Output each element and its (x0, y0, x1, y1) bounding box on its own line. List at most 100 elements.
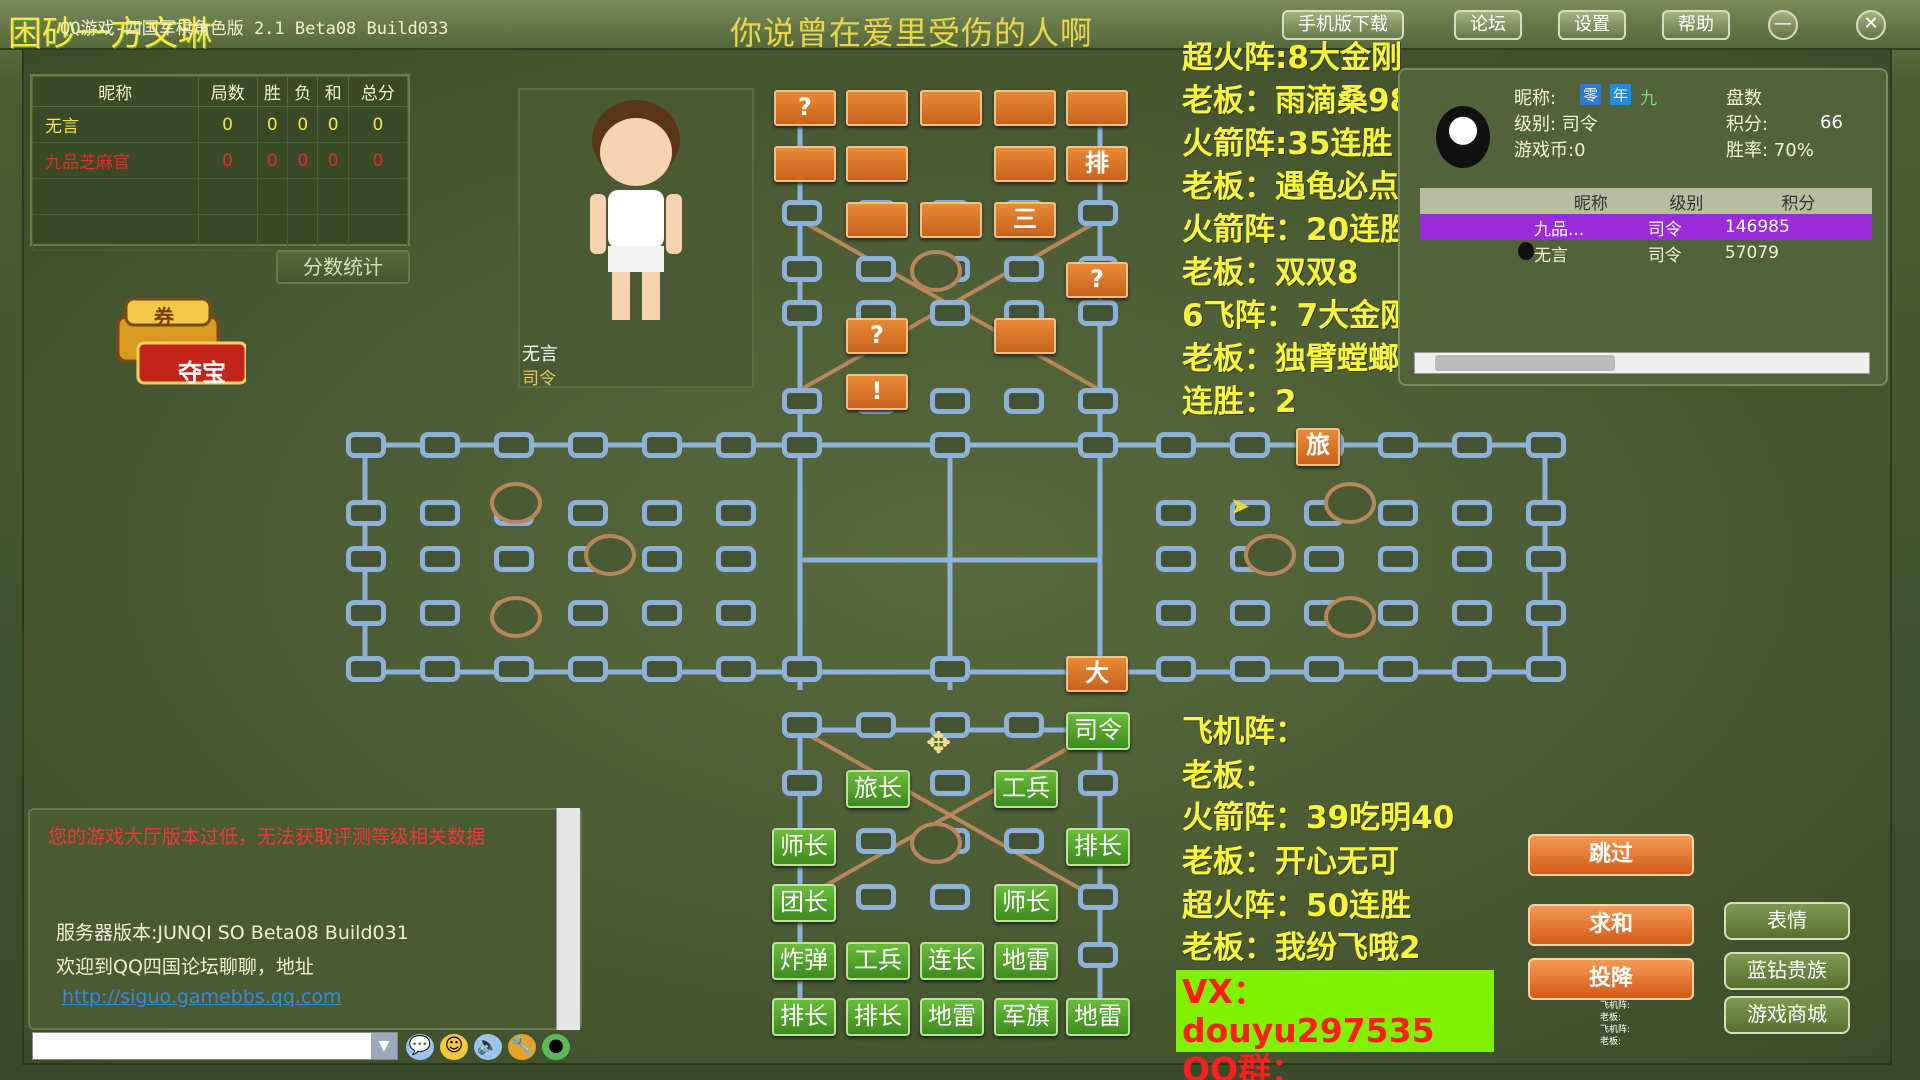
pointer-arrow-icon: ➤ (1230, 492, 1251, 520)
overlay-line: 超火阵：50连胜 (1182, 888, 1412, 924)
my-piece[interactable]: 炸弹 (772, 942, 836, 980)
qq-penguin-icon (1518, 241, 1534, 260)
right-player-piece[interactable]: 旅 (1296, 428, 1340, 466)
opponent-piece[interactable] (920, 90, 982, 126)
my-piece[interactable]: 排长 (1066, 828, 1130, 866)
help-button[interactable]: 帮助 (1662, 10, 1730, 40)
opponent-piece[interactable]: 三 (994, 202, 1056, 238)
my-piece[interactable]: 师长 (772, 828, 836, 866)
badge-icon: 零 (1580, 84, 1602, 105)
opponent-piece[interactable]: 排 (1066, 146, 1128, 182)
speaker-icon[interactable]: 🔈 (474, 1034, 502, 1060)
table-row[interactable]: 无言 司令 57079 (1420, 240, 1872, 266)
opponent-piece[interactable] (994, 146, 1056, 182)
player-list-cell: 司令 (1647, 245, 1682, 266)
score-cell: 0 (256, 142, 289, 179)
mini-note: 飞机阵: (1600, 1025, 1631, 1035)
score-cell: 0 (287, 142, 319, 179)
emote-button[interactable]: 表情 (1724, 902, 1850, 940)
my-piece[interactable]: 排长 (772, 998, 836, 1036)
opponent-piece[interactable] (846, 90, 908, 126)
opponent-piece[interactable]: ! (846, 374, 908, 410)
score-header: 胜 (256, 76, 289, 107)
overlay-line: 老板：开心无可 (1182, 844, 1399, 880)
forum-link[interactable]: http://siguo.gamebbs.qq.com (62, 986, 342, 1008)
qq-icon[interactable]: ● (542, 1034, 570, 1060)
chat-scrollbar[interactable] (556, 808, 580, 1030)
forum-button[interactable]: 论坛 (1454, 10, 1522, 40)
opponent-piece[interactable]: ? (774, 90, 836, 126)
opponent-piece[interactable] (774, 146, 836, 182)
opponent-piece[interactable] (994, 318, 1056, 354)
mini-notes: 飞机阵: 老板: 飞机阵: 老板: (1600, 1000, 1630, 1048)
coins-label: 游戏币:0 (1514, 140, 1586, 161)
mini-note: 老板: (1600, 1037, 1622, 1047)
avatar-name: 无言 (522, 344, 558, 365)
opponent-piece[interactable]: ? (1066, 262, 1128, 298)
center-piece[interactable]: 大 (1066, 656, 1128, 692)
qq-group-contact: QQ群：491352658 (1182, 1050, 1305, 1080)
wrench-icon[interactable]: 🔧 (508, 1034, 536, 1060)
opponent-piece[interactable]: ? (846, 318, 908, 354)
sixty-six-badge: 66 (1820, 112, 1843, 133)
score-header: 昵称 (32, 76, 199, 107)
chevron-down-icon[interactable]: ▼ (371, 1033, 397, 1059)
overlay-line: 老板：雨滴桑988 (1182, 83, 1433, 119)
score-stats-button[interactable]: 分数统计 (276, 250, 410, 284)
player-list-header: 昵称 (1534, 188, 1648, 214)
smiley-icon[interactable]: ☺ (440, 1034, 468, 1060)
treasure-chest-icon[interactable]: 券 夺宝 (108, 295, 248, 390)
my-piece[interactable]: 连长 (920, 942, 984, 980)
opponent-piece[interactable] (920, 202, 982, 238)
my-piece[interactable]: 地雷 (920, 998, 984, 1036)
score-cell: 0 (197, 142, 258, 179)
skip-button[interactable]: 跳过 (1528, 834, 1694, 876)
character-avatar (590, 100, 682, 320)
my-piece[interactable]: 旅长 (846, 770, 910, 808)
opponent-piece[interactable] (846, 146, 908, 182)
chat-bubble-icon[interactable]: 💬 (406, 1034, 434, 1060)
score-cell: 九品芝麻官 (32, 142, 199, 179)
opponent-piece[interactable] (994, 90, 1056, 126)
overlay-line: 老板：遇龟必点 (1182, 169, 1399, 205)
my-piece[interactable]: 团长 (772, 884, 836, 922)
overlay-line: 超火阵:8大金刚 (1182, 40, 1402, 76)
surrender-button[interactable]: 投降 (1528, 958, 1694, 1000)
my-piece[interactable]: 工兵 (994, 770, 1058, 808)
overlay-line: 老板：双双8 (1182, 255, 1359, 291)
overlay-line: 老板： (1182, 758, 1275, 794)
scrolling-banner: 你说曾在爱里受伤的人啊 (730, 14, 1094, 52)
overlay-line: 火箭阵：39吃明40 (1182, 800, 1455, 836)
my-piece[interactable]: 司令 (1066, 712, 1130, 750)
my-piece[interactable]: 排长 (846, 998, 910, 1036)
winrate-label: 胜率: 70% (1726, 140, 1814, 161)
opponent-piece[interactable] (846, 202, 908, 238)
my-piece[interactable]: 军旗 (994, 998, 1058, 1036)
chat-input[interactable]: ▼ (32, 1032, 398, 1060)
player-list-table: 昵称 级别 积分 九品... 司令 146985 无言 司令 57079 (1420, 188, 1872, 266)
game-shop-button[interactable]: 游戏商城 (1724, 996, 1850, 1034)
my-piece[interactable]: 工兵 (846, 942, 910, 980)
score-cell: 无言 (32, 106, 199, 143)
player-list-header: 积分 (1724, 188, 1872, 214)
move-cursor-icon: ✥ (926, 726, 952, 761)
settings-button[interactable]: 设置 (1558, 10, 1626, 40)
draw-request-button[interactable]: 求和 (1528, 904, 1694, 946)
treasure-label: 夺宝 (178, 359, 226, 387)
score-header: 和 (317, 76, 349, 107)
my-piece[interactable]: 地雷 (994, 942, 1058, 980)
horizontal-scrollbar[interactable] (1414, 352, 1870, 374)
minimize-button[interactable]: — (1768, 10, 1798, 40)
my-piece[interactable]: 师长 (994, 884, 1058, 922)
score-cell: 0 (317, 142, 349, 179)
chat-welcome: 欢迎到QQ四国论坛聊聊，地址 (56, 956, 314, 978)
my-piece[interactable]: 地雷 (1066, 998, 1130, 1036)
score-table: 昵称 局数 胜 负 和 总分 无言 0 0 0 0 0 九品芝麻官 0 0 0 … (32, 76, 409, 251)
score-cell: 0 (347, 106, 409, 143)
table-row[interactable]: 九品... 司令 146985 (1420, 214, 1872, 240)
close-button[interactable]: ✕ (1856, 10, 1886, 40)
opponent-piece[interactable] (1066, 90, 1128, 126)
overlay-line: 老板：我纷飞哦2 (1182, 930, 1421, 966)
blue-diamond-button[interactable]: 蓝钻贵族 (1724, 952, 1850, 990)
scrollbar-thumb[interactable] (1435, 355, 1615, 371)
